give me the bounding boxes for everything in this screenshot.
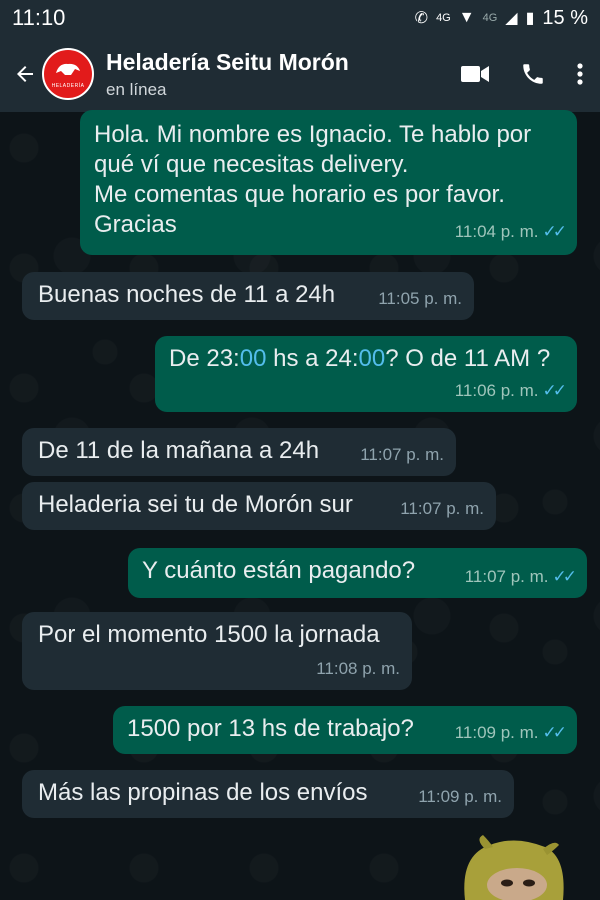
message-time: 11:07 p. m. (464, 567, 549, 586)
message-line: qué ví que necesitas delivery. (94, 151, 409, 178)
message-outgoing[interactable]: Y cuánto están pagando? 11:07 p. m. ✓✓ (128, 548, 587, 598)
chat-header: HELADERÍA Heladería Seitu Morón en línea (0, 36, 600, 112)
message-text: De 11 de la mañana a 24h (38, 437, 320, 464)
message-time: 11:04 p. m. (454, 222, 539, 241)
more-vertical-icon (577, 63, 583, 85)
arrow-back-icon (17, 66, 33, 82)
signal-icon: ◢ (505, 10, 518, 27)
message-incoming[interactable]: Más las propinas de los envíos 11:09 p. … (22, 770, 514, 818)
message-time: 11:07 p. m. (360, 445, 444, 464)
message-time: 11:05 p. m. (378, 289, 462, 308)
double-check-read-icon: ✓✓ (542, 723, 567, 742)
message-outgoing[interactable]: De 23:00 hs a 24:00? O de 11 AM ? 11:06 … (155, 336, 577, 412)
contact-name: Heladería Seitu Morón (106, 48, 349, 75)
message-text: Y cuánto están pagando? (142, 557, 416, 584)
wifi-icon: ▼ (458, 9, 475, 26)
status-time: 11:10 (12, 5, 66, 30)
status-bar: 11:10 ✆ 4G ▼ 4G ◢ ▮ 15 % (0, 0, 600, 36)
message-line: Me comentas que horario es por favor. (94, 181, 505, 208)
header-actions (460, 61, 590, 87)
message-time: 11:09 p. m. (454, 723, 539, 742)
network-label: 4G (436, 12, 451, 24)
message-time: 11:08 p. m. (316, 659, 400, 678)
message-time: 11:09 p. m. (418, 787, 502, 806)
battery-level: 15 % (542, 6, 588, 29)
phone-icon (523, 64, 543, 84)
double-check-read-icon: ✓✓ (542, 381, 567, 400)
avatar[interactable]: HELADERÍA (42, 48, 94, 100)
message-line: Hola. Mi nombre es Ignacio. Te hablo por (94, 121, 532, 148)
message-incoming[interactable]: Buenas noches de 11 a 24h 11:05 p. m. (22, 272, 474, 320)
double-check-read-icon: ✓✓ (542, 222, 567, 241)
message-text-part: 00 (358, 345, 386, 372)
voice-call-button[interactable] (520, 61, 546, 87)
message-time: 11:06 p. m. (454, 381, 539, 400)
avatar-label: HELADERÍA (51, 83, 85, 89)
back-button[interactable] (10, 54, 40, 94)
message-outgoing[interactable]: Hola. Mi nombre es Ignacio. Te hablo por… (80, 110, 577, 255)
message-text: Más las propinas de los envíos (38, 779, 368, 806)
sticker-image[interactable] (455, 835, 570, 900)
message-text: Buenas noches de 11 a 24h (38, 281, 336, 308)
status-icons: ✆ 4G ▼ 4G ◢ ▮ 15 % (415, 7, 588, 30)
message-text-part: hs a 24: (266, 345, 359, 372)
network-label-2: 4G (482, 12, 498, 24)
contact-status: en línea (106, 79, 167, 99)
message-incoming[interactable]: Por el momento 1500 la jornada 11:08 p. … (22, 612, 412, 690)
message-incoming[interactable]: Heladeria sei tu de Morón sur 11:07 p. m… (22, 482, 496, 530)
message-outgoing[interactable]: 1500 por 13 hs de trabajo? 11:09 p. m. ✓✓ (113, 706, 577, 754)
message-time: 11:07 p. m. (400, 499, 484, 518)
video-camera-icon (461, 66, 489, 82)
message-text: Por el momento 1500 la jornada (38, 621, 380, 648)
ice-cream-logo-icon (56, 63, 80, 75)
more-options-button[interactable] (576, 62, 584, 86)
message-text: 1500 por 13 hs de trabajo? (127, 715, 414, 742)
message-text-part: De 23: (169, 345, 240, 372)
call-status-icon: ✆ (414, 10, 429, 27)
message-text-part: 00 (239, 345, 267, 372)
battery-icon: ▮ (525, 10, 535, 27)
message-incoming[interactable]: De 11 de la mañana a 24h 11:07 p. m. (22, 428, 456, 476)
message-text: Heladeria sei tu de Morón sur (38, 491, 353, 518)
video-call-button[interactable] (460, 63, 490, 85)
contact-info[interactable]: Heladería Seitu Morón en línea (106, 49, 460, 100)
double-check-read-icon: ✓✓ (552, 567, 577, 586)
message-text-part: ? O de 11 AM ? (385, 345, 551, 372)
